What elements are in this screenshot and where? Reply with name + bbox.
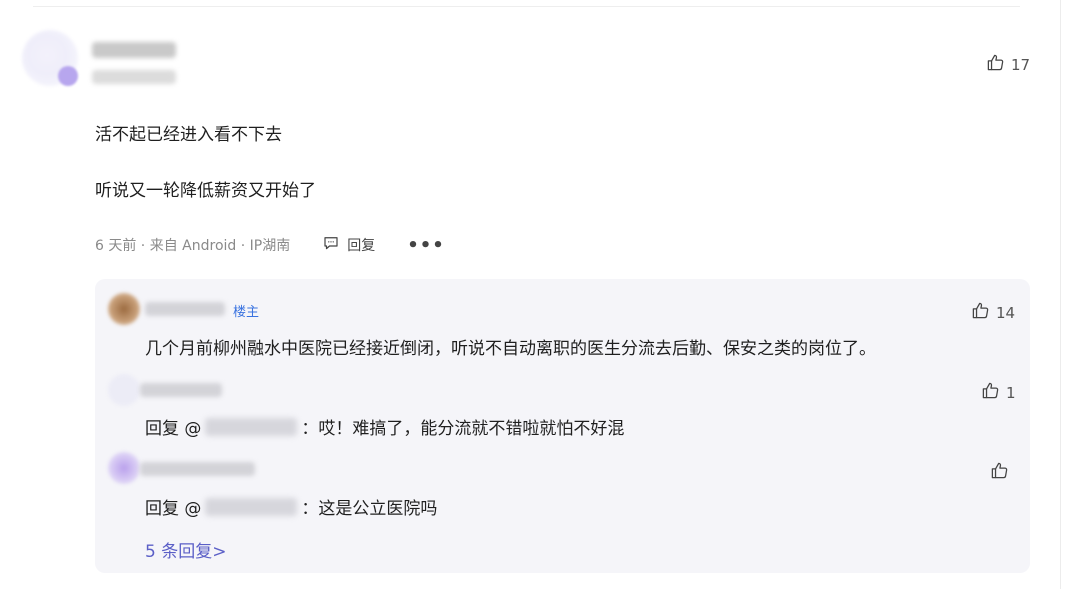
like-button[interactable]: 14 [971,301,1015,324]
username-blurred[interactable] [92,42,176,58]
reply-text: ：哎！难搞了，能分流就不错啦就怕不好混 [301,419,625,439]
reply-label: 回复 [347,238,376,254]
like-button[interactable]: 1 [981,381,1016,404]
like-button[interactable] [990,461,1009,484]
username-blurred[interactable] [140,462,255,476]
like-count: 1 [1006,383,1016,402]
scroll-edge [1060,0,1061,589]
more-dots-icon[interactable]: ••• [407,235,445,256]
avatar-badge [58,66,78,86]
comment-bubble-icon [322,234,340,256]
reply-row: 回复 @ ：这是公立医院吗 [145,494,437,519]
username-blurred[interactable] [145,302,225,316]
avatar[interactable] [108,452,140,484]
mention-blurred[interactable] [205,417,298,436]
reply-text: 几个月前柳州融水中医院已经接近倒闭，听说不自动离职的医生分流去后勤、保安之类的岗… [145,339,876,359]
thumbs-up-icon [971,301,990,324]
avatar[interactable] [108,374,140,406]
like-button[interactable]: 17 [986,53,1030,76]
reply-text: ：这是公立医院吗 [301,499,438,519]
like-count: 14 [996,303,1016,322]
like-count: 17 [1011,55,1031,74]
reply-prefix: 回复 @ [145,499,202,519]
op-badge: 楼主 [233,305,260,320]
thumbs-up-icon [981,381,1000,404]
comment-line: 活不起已经进入看不下去 [95,125,282,145]
reply-button[interactable]: 回复 [322,234,375,256]
thumbs-up-icon [986,53,1005,76]
reply-row: 回复 @ ：哎！难搞了，能分流就不错啦就怕不好混 [145,414,624,439]
avatar[interactable] [108,293,140,325]
comment-meta: 6 天前 · 来自 Android · IP湖南 回复 ••• [95,234,445,256]
username-blurred[interactable] [140,383,222,397]
view-more-replies-link[interactable]: 5 条回复> [145,537,226,562]
reply-prefix: 回复 @ [145,419,202,439]
user-subtitle-blurred [92,70,176,84]
comment-line: 听说又一轮降低薪资又开始了 [95,181,316,201]
thumbs-up-icon [990,461,1009,484]
mention-blurred[interactable] [205,497,298,516]
divider [33,6,1020,7]
comment-timestamp-location: 6 天前 · 来自 Android · IP湖南 [95,238,291,254]
